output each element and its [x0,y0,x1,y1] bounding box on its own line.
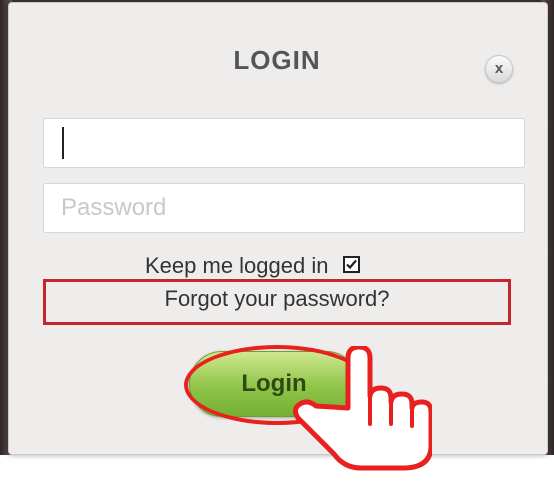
checkmark-icon [345,259,357,269]
close-button[interactable]: x [485,55,513,83]
remember-me-checkbox[interactable] [342,255,360,273]
remember-me-row: Keep me logged in [145,252,360,282]
close-icon: x [494,60,504,77]
username-input[interactable] [43,118,525,168]
dialog-title: LOGIN [233,45,321,75]
password-input[interactable] [43,183,525,233]
remember-me-label: Keep me logged in [145,253,329,279]
forgot-password-link[interactable]: Forgot your password? [0,286,554,312]
text-cursor [62,127,64,159]
hand-pointer-icon [292,346,432,471]
